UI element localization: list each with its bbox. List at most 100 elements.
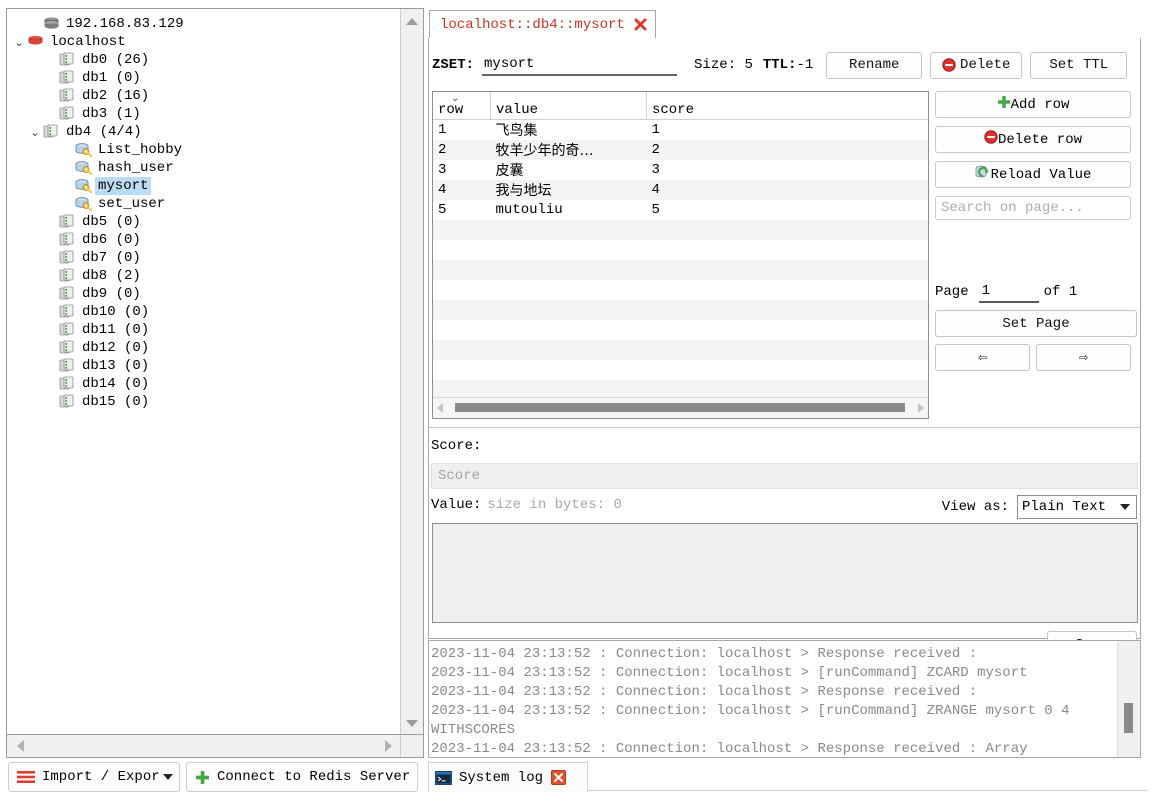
bottom-toolbar: Import / Expor Connect to Redis Server S… xyxy=(0,760,1152,800)
value-label: Value: xyxy=(431,497,482,513)
value-table-body[interactable]: 1 飞鸟集 1 2 牧羊少年的奇… 2 3 皮囊 3 4 我与地坛 4 5 mutouliu 5 xyxy=(433,119,929,418)
rename-button[interactable]: Rename xyxy=(826,51,923,79)
delete-circle-icon xyxy=(942,58,956,72)
view-as-select[interactable]: Plain Text xyxy=(1017,495,1137,519)
cell-empty xyxy=(491,320,647,340)
tree-item-db12[interactable]: db12 (0) xyxy=(7,339,401,357)
set-page-button[interactable]: Set Page xyxy=(935,310,1137,337)
table-row[interactable]: 3 皮囊 3 xyxy=(433,160,928,180)
table-row[interactable]: 4 我与地坛 4 xyxy=(433,180,928,200)
tree-item-db2[interactable]: db2 (16) xyxy=(7,87,401,105)
set-ttl-button[interactable]: Set TTL xyxy=(1030,51,1128,79)
tree-item-hash_user[interactable]: hash_user xyxy=(7,159,401,177)
add-row-button-label: Add row xyxy=(1010,96,1070,113)
reload-value-button[interactable]: Reload Value xyxy=(935,161,1131,188)
tree-item-db13[interactable]: db13 (0) xyxy=(7,357,401,375)
tab-system-log[interactable]: System log xyxy=(428,762,588,792)
scroll-up-arrow-icon[interactable] xyxy=(401,11,423,31)
key-type-label: ZSET: xyxy=(432,57,475,73)
database-icon xyxy=(59,106,77,122)
score-input[interactable] xyxy=(431,463,1138,489)
tree-item-db8[interactable]: db8 (2) xyxy=(7,267,401,285)
delete-row-button-label: Delete row xyxy=(997,131,1082,148)
rename-button-label: Rename xyxy=(849,57,900,73)
cell-score: 4 xyxy=(651,182,660,198)
cell-empty xyxy=(433,360,491,380)
delete-row-button[interactable]: Delete row xyxy=(935,126,1131,153)
tree-item-list_hobby[interactable]: List_hobby xyxy=(7,141,401,159)
table-row-empty xyxy=(433,340,928,360)
log-scroll-thumb[interactable] xyxy=(1124,703,1133,733)
tree-item-db7[interactable]: db7 (0) xyxy=(7,249,401,267)
delete-key-button[interactable]: Delete xyxy=(930,51,1023,79)
chevron-down-icon: ⌄ xyxy=(451,93,460,104)
table-row[interactable]: 1 飞鸟集 1 xyxy=(433,119,928,140)
tree-item-localhost[interactable]: ⌄ localhost xyxy=(7,33,401,51)
import-export-button[interactable]: Import / Expor xyxy=(8,762,180,792)
table-scroll-right-icon[interactable] xyxy=(918,403,924,413)
chevron-down-icon[interactable]: ⌄ xyxy=(11,37,27,48)
table-scroll-left-icon[interactable] xyxy=(437,403,443,413)
tree-item-label: db11 (0) xyxy=(82,322,150,338)
key-name-input[interactable] xyxy=(482,54,678,76)
tree-item-db9[interactable]: db9 (0) xyxy=(7,285,401,303)
database-icon xyxy=(59,232,77,248)
connect-button-label: Connect to Redis Server xyxy=(217,769,411,785)
tree-item-db15[interactable]: db15 (0) xyxy=(7,393,401,411)
cell-empty xyxy=(491,300,647,320)
cell-value: 飞鸟集 xyxy=(495,123,538,139)
page-total-label: of 1 xyxy=(1043,284,1078,300)
system-log-text: 2023-11-04 23:13:52 : Connection: localh… xyxy=(431,646,1070,755)
tree-item-db3[interactable]: db3 (1) xyxy=(7,105,401,123)
connection-tree[interactable]: 192.168.83.129 ⌄ localhost db0 (26) db1 (0) d… xyxy=(7,9,401,411)
tree-item-192.168.83.129[interactable]: 192.168.83.129 xyxy=(7,15,401,33)
column-header-score[interactable]: score xyxy=(646,92,928,120)
tree-item-db1[interactable]: db1 (0) xyxy=(7,69,401,87)
tree-item-set_user[interactable]: set_user xyxy=(7,195,401,213)
tree-item-db10[interactable]: db10 (0) xyxy=(7,303,401,321)
tree-item-db14[interactable]: db14 (0) xyxy=(7,375,401,393)
tree-item-db6[interactable]: db6 (0) xyxy=(7,231,401,249)
tree-item-db0[interactable]: db0 (26) xyxy=(7,51,401,69)
cell-empty xyxy=(433,260,491,280)
chevron-down-icon[interactable]: ⌄ xyxy=(27,127,43,138)
tree-item-mysort[interactable]: mysort xyxy=(7,177,401,195)
next-page-button[interactable]: ⇨ xyxy=(1036,344,1131,371)
close-icon[interactable] xyxy=(551,770,567,785)
table-horizontal-scrollbar[interactable] xyxy=(433,397,928,418)
cell-empty xyxy=(433,300,491,320)
row-actions-panel: Add row Delete row Reload Value Search o… xyxy=(935,91,1138,220)
tab-localhost-db4-mysort[interactable]: localhost::db4::mysort xyxy=(429,10,656,39)
search-on-page-input[interactable] xyxy=(935,196,1131,220)
table-row[interactable]: 5 mutouliu 5 xyxy=(433,200,928,220)
value-textarea[interactable] xyxy=(432,523,1138,623)
tree-vertical-scrollbar[interactable] xyxy=(400,9,423,735)
column-header-value[interactable]: value xyxy=(490,92,647,120)
value-table[interactable]: ⌄ row value score 1 飞鸟集 1 2 牧羊少年的奇… 2 3 皮囊 3 4 我与地… xyxy=(433,92,929,418)
add-row-button[interactable]: Add row xyxy=(935,91,1131,118)
scroll-down-arrow-icon[interactable] xyxy=(401,713,423,733)
set-ttl-button-label: Set TTL xyxy=(1049,57,1109,73)
key-icon xyxy=(75,196,93,212)
tree-item-db4[interactable]: ⌄ db4 (4/4) xyxy=(7,123,401,141)
table-row[interactable]: 2 牧羊少年的奇… 2 xyxy=(433,140,928,160)
key-ttl-info: TTL:-1 xyxy=(763,57,813,73)
previous-page-button[interactable]: ⇦ xyxy=(935,344,1030,371)
tree-horizontal-scrollbar[interactable] xyxy=(7,734,401,757)
table-row-empty xyxy=(433,320,928,340)
cell-empty xyxy=(433,320,491,340)
scroll-right-arrow-icon[interactable] xyxy=(378,735,398,757)
column-header-row[interactable]: ⌄ row xyxy=(433,92,491,120)
size-label: Size: xyxy=(694,57,737,73)
database-icon xyxy=(43,124,61,140)
scroll-left-arrow-icon[interactable] xyxy=(10,735,30,757)
tree-item-db11[interactable]: db11 (0) xyxy=(7,321,401,339)
log-vertical-scrollbar[interactable] xyxy=(1117,641,1140,757)
page-number-input[interactable] xyxy=(978,281,1039,303)
cell-empty xyxy=(647,360,929,380)
cell-empty xyxy=(491,280,647,300)
connect-to-redis-server-button[interactable]: Connect to Redis Server xyxy=(186,762,418,792)
table-scroll-thumb[interactable] xyxy=(455,403,905,412)
close-x-icon[interactable] xyxy=(634,18,647,31)
tree-item-db5[interactable]: db5 (0) xyxy=(7,213,401,231)
